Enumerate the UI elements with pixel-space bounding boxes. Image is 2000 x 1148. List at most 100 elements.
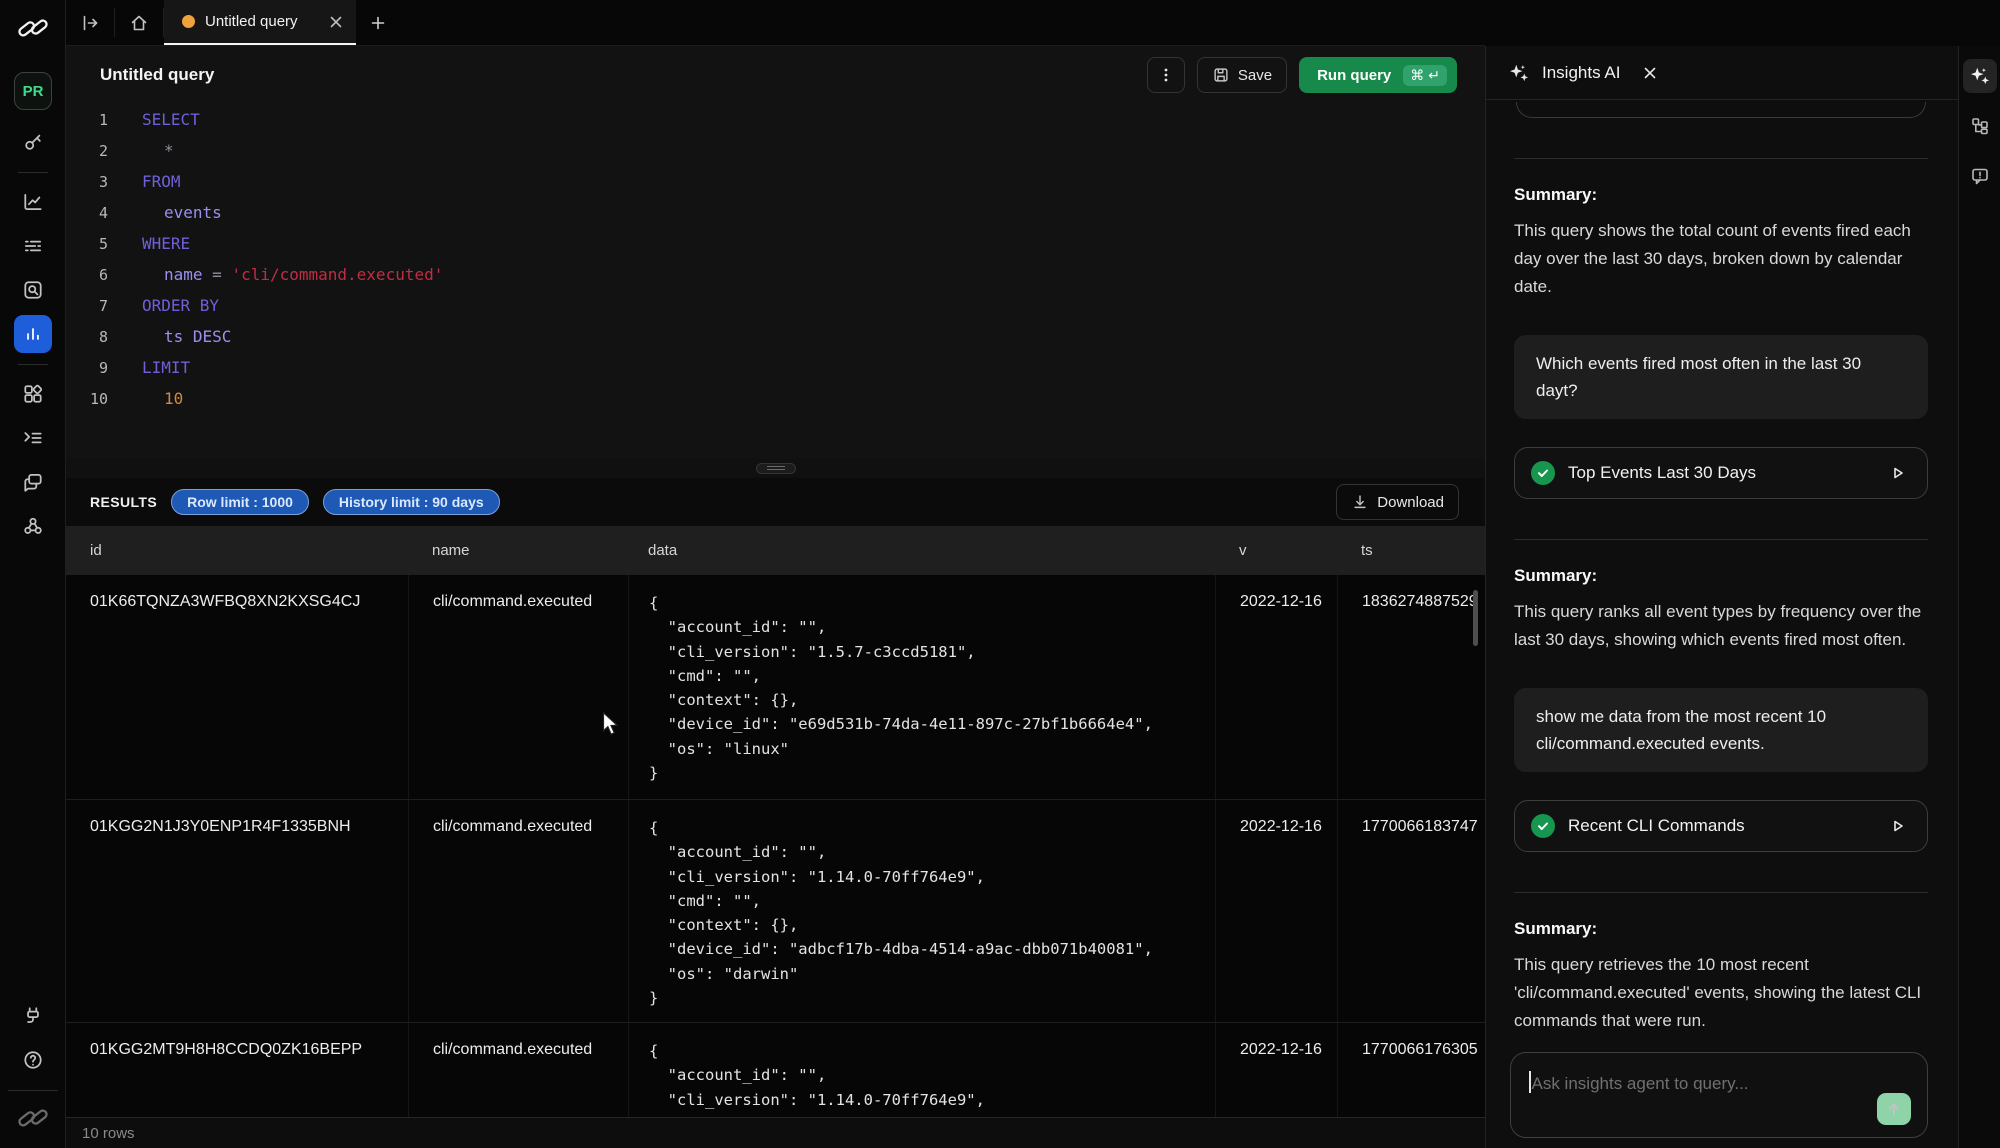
cmd-key-icon: ⌘ bbox=[1410, 67, 1424, 84]
unsaved-dot-icon bbox=[182, 15, 195, 28]
sparkles-icon bbox=[1508, 62, 1530, 84]
left-sidebar: PR bbox=[0, 0, 66, 1148]
cell-v: 2022-12-16 bbox=[1215, 1023, 1337, 1117]
run-card-button[interactable] bbox=[1885, 813, 1911, 839]
insights-close-icon[interactable] bbox=[1642, 65, 1658, 81]
right-rail-item-sparkles[interactable] bbox=[1959, 58, 2000, 94]
code-text: ORDER BY bbox=[142, 296, 219, 315]
row-count: 10 rows bbox=[82, 1125, 135, 1142]
run-query-button[interactable]: Run query ⌘ ↵ bbox=[1299, 57, 1457, 93]
column-header-data[interactable]: data bbox=[628, 542, 1215, 559]
column-header-ts[interactable]: ts bbox=[1337, 542, 1485, 559]
app-root: PR Untitled query Untitled query bbox=[0, 0, 2000, 1148]
sidebar-item-help[interactable] bbox=[0, 1038, 66, 1082]
insights-divider bbox=[1514, 158, 1928, 159]
cell-id: 01KGG2N1J3Y0ENP1R4F1335BNH bbox=[66, 800, 408, 1022]
sql-line: 8ts DESC bbox=[66, 321, 1485, 352]
sql-line: 5WHERE bbox=[66, 228, 1485, 259]
code-text: FROM bbox=[142, 172, 181, 191]
line-number: 4 bbox=[66, 204, 108, 222]
home-button[interactable] bbox=[115, 0, 163, 45]
cell-v: 2022-12-16 bbox=[1215, 575, 1337, 799]
table-scrollbar[interactable] bbox=[1473, 590, 1478, 646]
cell-ts: 1770066176305 bbox=[1337, 1023, 1485, 1117]
query-result-card[interactable]: Top Events Last 30 Days bbox=[1514, 447, 1928, 499]
collapse-sidebar-button[interactable] bbox=[66, 0, 114, 45]
more-options-button[interactable] bbox=[1147, 57, 1185, 93]
query-result-card[interactable]: Recent CLI Commands bbox=[1514, 800, 1928, 852]
cell-name: cli/command.executed bbox=[408, 1023, 628, 1117]
right-rail-item-hierarchy[interactable] bbox=[1959, 108, 2000, 144]
cell-id: 01K66TQNZA3WFBQ8XN2KXSG4CJ bbox=[66, 575, 408, 799]
download-button[interactable]: Download bbox=[1336, 484, 1459, 520]
send-button[interactable] bbox=[1877, 1093, 1911, 1125]
tab-bar: Untitled query bbox=[66, 0, 1485, 46]
new-tab-button[interactable] bbox=[356, 0, 400, 45]
table-row[interactable]: 01KGG2N1J3Y0ENP1R4F1335BNHcli/command.ex… bbox=[66, 799, 1485, 1022]
sidebar-item-bar-chart[interactable] bbox=[0, 312, 66, 356]
sidebar-divider bbox=[0, 356, 66, 372]
workspace-badge[interactable]: PR bbox=[14, 72, 52, 110]
download-label: Download bbox=[1377, 494, 1444, 511]
sidebar-item-terminal[interactable] bbox=[0, 416, 66, 460]
run-card-button[interactable] bbox=[1885, 460, 1911, 486]
tab-close-icon[interactable] bbox=[328, 14, 344, 30]
sidebar-item-webhook[interactable] bbox=[0, 504, 66, 548]
table-row[interactable]: 01KGG2MT9H8H8CCDQ0ZK16BEPPcli/command.ex… bbox=[66, 1022, 1485, 1117]
run-query-label: Run query bbox=[1317, 67, 1391, 84]
key-icon bbox=[14, 123, 52, 161]
summary-label: Summary: bbox=[1514, 566, 1928, 586]
sidebar-item-key[interactable] bbox=[0, 120, 66, 164]
chat-icon bbox=[14, 463, 52, 501]
run-shortcut-badge: ⌘ ↵ bbox=[1403, 65, 1447, 86]
workspace-badge-label: PR bbox=[23, 83, 44, 100]
sql-line: 9LIMIT bbox=[66, 352, 1485, 383]
sidebar-item-line-chart[interactable] bbox=[0, 180, 66, 224]
line-number: 6 bbox=[66, 266, 108, 284]
row-limit-badge[interactable]: Row limit : 1000 bbox=[171, 489, 309, 515]
cell-ts: 1836274887529 bbox=[1337, 575, 1485, 799]
cell-ts: 1770066183747 bbox=[1337, 800, 1485, 1022]
sidebar-item-search-doc[interactable] bbox=[0, 268, 66, 312]
sql-line: 3FROM bbox=[66, 166, 1485, 197]
search-doc-icon bbox=[14, 271, 52, 309]
line-number: 9 bbox=[66, 359, 108, 377]
app-logo-footer-icon bbox=[16, 1106, 50, 1130]
results-table: idnamedatavts 01K66TQNZA3WFBQ8XN2KXSG4CJ… bbox=[66, 526, 1485, 1117]
sql-line: 7 ORDER BY bbox=[66, 290, 1485, 321]
sql-editor[interactable]: 1SELECT2*3FROM4events5WHERE6name = 'cli/… bbox=[66, 104, 1485, 458]
save-icon bbox=[1212, 66, 1230, 84]
summary-text: This query ranks all event types by freq… bbox=[1514, 598, 1928, 654]
insights-title: Insights AI bbox=[1542, 63, 1620, 83]
sql-line: 1SELECT bbox=[66, 104, 1485, 135]
cell-name: cli/command.executed bbox=[408, 800, 628, 1022]
cell-id: 01KGG2MT9H8H8CCDQ0ZK16BEPP bbox=[66, 1023, 408, 1117]
table-status-bar: 10 rows bbox=[66, 1117, 1485, 1148]
save-button[interactable]: Save bbox=[1197, 57, 1287, 93]
sidebar-item-apps-grid[interactable] bbox=[0, 372, 66, 416]
check-circle-icon bbox=[1531, 814, 1555, 838]
code-text: SELECT bbox=[142, 110, 200, 129]
ask-agent-placeholder: Ask insights agent to query... bbox=[1529, 1071, 1749, 1094]
sidebar-item-list-filter[interactable] bbox=[0, 224, 66, 268]
column-header-name[interactable]: name bbox=[408, 542, 628, 559]
line-number: 5 bbox=[66, 235, 108, 253]
cell-data: { "account_id": "", "cli_version": "1.5.… bbox=[628, 575, 1215, 799]
app-logo-icon[interactable] bbox=[16, 16, 50, 40]
column-header-id[interactable]: id bbox=[66, 542, 408, 559]
line-number: 2 bbox=[66, 142, 108, 160]
right-rail-item-feedback[interactable] bbox=[1959, 158, 2000, 194]
sparkles-icon bbox=[1963, 59, 1997, 93]
sidebar-item-chat[interactable] bbox=[0, 460, 66, 504]
insights-panel: Insights AI Summary:This query shows the… bbox=[1485, 46, 1958, 1148]
line-number: 7 bbox=[66, 297, 108, 315]
table-row[interactable]: 01K66TQNZA3WFBQ8XN2KXSG4CJcli/command.ex… bbox=[66, 574, 1485, 799]
sidebar-item-plug[interactable] bbox=[0, 994, 66, 1038]
tab-untitled-query[interactable]: Untitled query bbox=[164, 0, 356, 45]
ask-agent-input[interactable]: Ask insights agent to query... bbox=[1510, 1052, 1928, 1138]
list-filter-icon bbox=[14, 227, 52, 265]
history-limit-badge[interactable]: History limit : 90 days bbox=[323, 489, 500, 515]
column-header-v[interactable]: v bbox=[1215, 542, 1337, 559]
text-caret bbox=[1529, 1071, 1531, 1093]
splitter-drag-handle[interactable] bbox=[756, 463, 796, 474]
